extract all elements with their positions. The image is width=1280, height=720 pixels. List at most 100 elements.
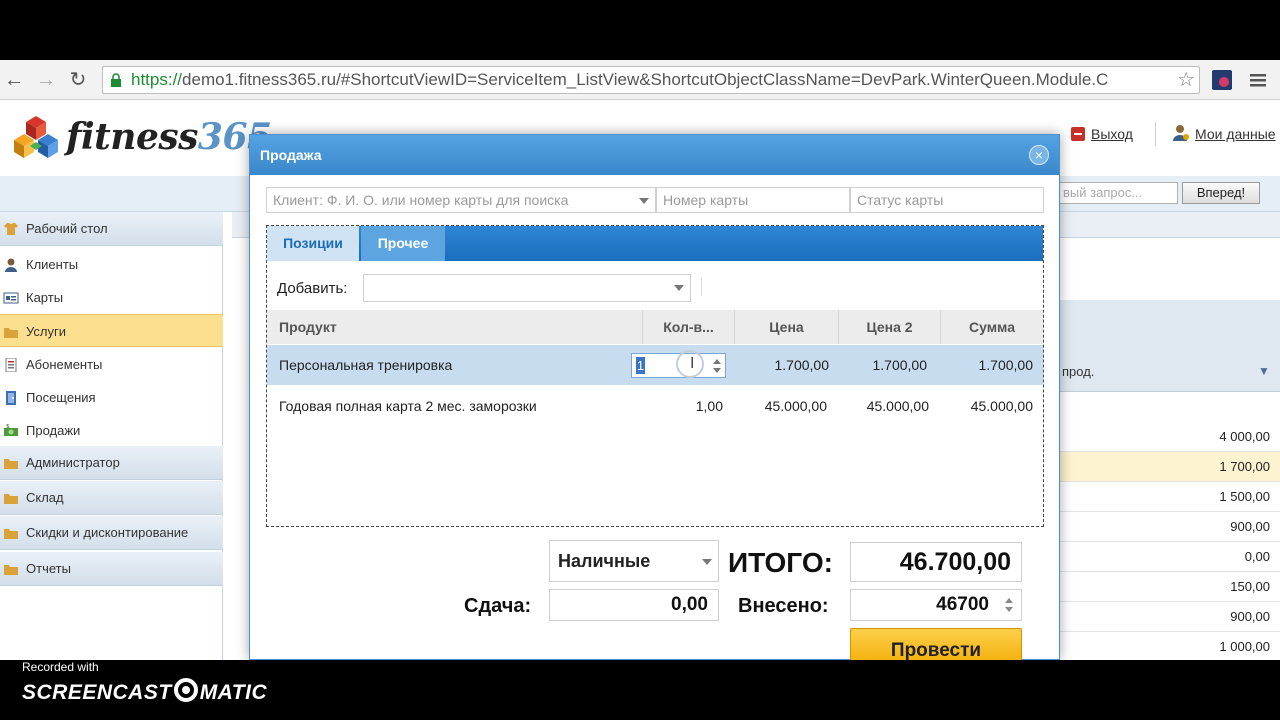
payment-method-select[interactable]: Наличные (549, 540, 719, 582)
sidebar-item-subscriptions[interactable]: Абонементы (0, 348, 223, 381)
spin-up-icon[interactable] (713, 359, 721, 364)
cell-sum: 45.000,00 (970, 398, 1033, 414)
watermark-word-1: SCREENCAST (22, 681, 172, 704)
table-row[interactable]: 900,00 (1058, 512, 1280, 542)
sidebar-item-discounts[interactable]: Скидки и дисконтирование (0, 516, 223, 550)
sidebar-item-sales[interactable]: $ Продажи (0, 414, 223, 447)
shirt-icon (4, 223, 18, 235)
add-label: Добавить: (277, 280, 348, 297)
watermark-word-2: MATIC (199, 681, 268, 704)
chrome-menu-icon[interactable] (1246, 68, 1270, 92)
logo-cubes-icon (14, 116, 58, 158)
column-header-label[interactable]: прод. (1062, 364, 1094, 379)
table-row[interactable]: Персональная тренировка 1 I 1.700,00 1.7… (267, 345, 1043, 385)
spin-down-icon[interactable] (713, 368, 721, 373)
column-header-product[interactable]: Продукт (267, 310, 643, 344)
card-icon (3, 292, 19, 304)
sidebar-item-label: Продажи (26, 423, 81, 438)
chevron-down-icon[interactable] (674, 285, 684, 291)
toolbar-separator (701, 278, 702, 296)
document-icon (5, 358, 17, 372)
click-indicator (676, 350, 704, 378)
change-label: Сдача: (464, 595, 532, 617)
door-icon (6, 391, 16, 405)
sidebar-item-warehouse[interactable]: Склад (0, 481, 223, 515)
sidebar-item-reports[interactable]: Отчеты (0, 552, 223, 586)
user-icon (1173, 125, 1189, 141)
filter-funnel-icon[interactable]: ▼ (1258, 364, 1270, 378)
column-header-price[interactable]: Цена (735, 310, 839, 344)
logo-word: fitness (66, 116, 198, 158)
table-row[interactable]: Годовая полная карта 2 мес. заморозки 1,… (267, 386, 1043, 426)
sale-dialog: Продажа × Клиент: Ф. И. О. или номер кар… (249, 134, 1060, 660)
search-input[interactable]: вый запрос... (1058, 182, 1178, 204)
spin-down-icon[interactable] (1005, 607, 1013, 612)
folder-icon (4, 529, 18, 539)
folder-icon (4, 328, 18, 338)
cell-product: Годовая полная карта 2 мес. заморозки (279, 398, 537, 414)
folder-icon (4, 565, 18, 575)
svg-text:$: $ (6, 424, 10, 430)
sidebar-item-clients[interactable]: Клиенты (0, 248, 223, 281)
column-header-price2[interactable]: Цена 2 (839, 310, 941, 344)
table-row[interactable]: 0,00 (1058, 542, 1280, 572)
sidebar-item-label: Рабочий стол (26, 221, 108, 236)
sidebar-item-visits[interactable]: Посещения (0, 381, 223, 414)
sidebar: Рабочий стол Клиенты Карты Услуги Абонем… (0, 212, 223, 660)
sidebar-item-label: Склад (26, 490, 64, 505)
mydata-link[interactable]: Мои данные (1195, 126, 1276, 142)
address-bar[interactable]: https://demo1.fitness365.ru/#ShortcutVie… (102, 66, 1200, 94)
sidebar-item-label: Посещения (26, 390, 96, 405)
sidebar-item-services[interactable]: Услуги (0, 314, 223, 347)
sidebar-item-label: Абонементы (26, 357, 103, 372)
logout-link[interactable]: Выход (1091, 126, 1133, 142)
client-search-input[interactable]: Клиент: Ф. И. О. или номер карты для пои… (266, 187, 656, 213)
folder-icon (4, 459, 18, 469)
quantity-value[interactable]: 1 (636, 357, 645, 374)
quantity-stepper[interactable]: 1 I (631, 350, 726, 378)
table-row[interactable]: 1 700,00 (1058, 452, 1280, 482)
cell-price: 1.700,00 (774, 357, 830, 373)
client-search-placeholder: Клиент: Ф. И. О. или номер карты для пои… (273, 192, 569, 208)
tab-positions[interactable]: Позиции (267, 226, 359, 261)
close-icon[interactable]: × (1029, 145, 1049, 165)
record-icon (173, 678, 198, 702)
spin-up-icon[interactable] (1005, 598, 1013, 603)
cell-qty: 1,00 (695, 398, 723, 414)
card-number-field[interactable]: Номер карты (656, 187, 850, 213)
sidebar-item-label: Услуги (26, 324, 66, 339)
table-row[interactable]: 4 000,00 (1058, 422, 1280, 452)
sidebar-item-cards[interactable]: Карты (0, 281, 223, 314)
paid-value: 46700 (936, 594, 989, 615)
positions-panel: Позиции Прочее Добавить: Продукт Кол-в..… (266, 225, 1044, 527)
table-row[interactable]: 1 500,00 (1058, 482, 1280, 512)
submit-sale-button[interactable]: Провести (850, 628, 1022, 660)
forward-icon[interactable]: → (34, 68, 58, 92)
column-header-qty[interactable]: Кол-в... (643, 310, 735, 344)
dialog-title: Продажа (250, 135, 1059, 175)
chevron-down-icon[interactable] (702, 559, 712, 565)
folder-icon (4, 494, 18, 504)
add-product-combo[interactable] (363, 274, 691, 302)
extension-icon[interactable] (1210, 68, 1234, 92)
sidebar-item-desktop[interactable]: Рабочий стол (0, 212, 223, 246)
column-header-sum[interactable]: Сумма (941, 310, 1043, 344)
paid-input[interactable]: 46700 (850, 589, 1022, 621)
lock-icon (111, 73, 121, 87)
watermark-caption: Recorded with (22, 660, 99, 674)
table-row[interactable]: 900,00 (1058, 602, 1280, 632)
chevron-down-icon[interactable] (639, 198, 649, 204)
table-row[interactable]: 150,00 (1058, 572, 1280, 602)
total-value: 46.700,00 (850, 542, 1022, 582)
sidebar-item-label: Скидки и дисконтирование (26, 525, 189, 540)
tab-other[interactable]: Прочее (361, 226, 445, 261)
bookmark-star-icon[interactable]: ☆ (1177, 69, 1195, 91)
back-icon[interactable]: ← (2, 68, 26, 92)
reload-icon[interactable]: ↻ (66, 68, 90, 92)
url-text: demo1.fitness365.ru/#ShortcutViewID=Serv… (182, 70, 1109, 89)
forward-button[interactable]: Вперед! (1182, 182, 1260, 204)
table-row[interactable]: 1 000,00 (1058, 632, 1280, 660)
logo-text: fitness365 (66, 116, 272, 158)
header-divider (1155, 122, 1156, 146)
sidebar-item-admin[interactable]: Администратор (0, 446, 223, 480)
